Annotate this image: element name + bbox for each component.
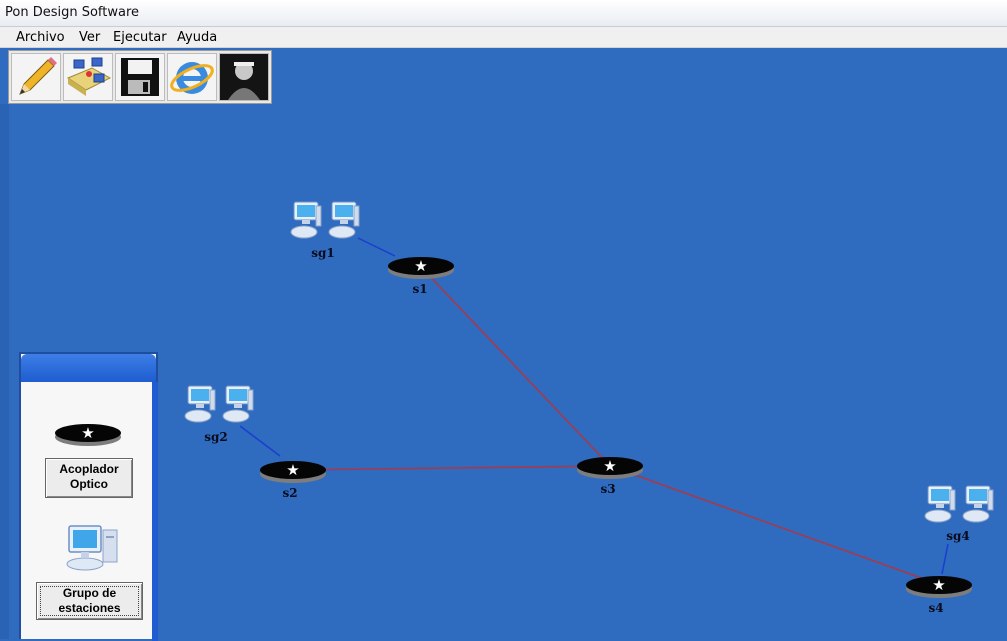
workstations-icon: [924, 485, 994, 523]
workstation-computer-icon: [66, 525, 118, 571]
workstations-icon: [184, 385, 254, 423]
svg-text:★: ★: [414, 257, 427, 275]
station-link-sg4-s4[interactable]: [941, 543, 949, 575]
group-label-sg1: sg1: [311, 246, 335, 260]
group-preview: [65, 522, 125, 577]
optical-coupler-icon: ★: [577, 457, 643, 479]
add-coupler-button[interactable]: Acoplador Optico: [45, 458, 133, 498]
svg-text:★: ★: [932, 576, 945, 594]
group-label-sg4: sg4: [946, 529, 970, 543]
fiber-link-s2-s3[interactable]: [291, 465, 611, 471]
svg-text:★: ★: [81, 424, 94, 442]
optical-coupler-icon: ★: [388, 257, 454, 279]
coupler-label-s4: s4: [928, 601, 944, 615]
coupler-label-s1: s1: [412, 282, 428, 296]
coupler-label-s2: s2: [282, 486, 298, 500]
add-station-group-button[interactable]: Grupo de estaciones: [36, 582, 143, 620]
workstations-icon: [290, 201, 360, 239]
tool-palette: ★ Acoplador Optico Grupo de estaciones: [19, 352, 158, 641]
fiber-link-s3-s4[interactable]: [609, 465, 939, 585]
coupler-preview: ★: [53, 420, 123, 455]
palette-border: [152, 382, 158, 641]
optical-coupler-icon: ★: [906, 576, 972, 598]
station-group-sg1[interactable]: [288, 200, 364, 249]
optical-coupler-icon: ★: [260, 461, 326, 483]
station-group-sg2[interactable]: [182, 384, 258, 433]
optical-coupler-icon: ★: [55, 424, 121, 446]
add-coupler-label: Acoplador Optico: [59, 462, 119, 491]
svg-text:★: ★: [286, 461, 299, 479]
svg-text:★: ★: [603, 457, 616, 475]
palette-header: [21, 354, 156, 382]
group-label-sg2: sg2: [204, 430, 228, 444]
coupler-label-s3: s3: [600, 482, 616, 496]
station-group-sg4[interactable]: [922, 484, 998, 533]
fiber-link-s1-s3[interactable]: [419, 265, 611, 467]
focus-outline: [40, 586, 139, 616]
